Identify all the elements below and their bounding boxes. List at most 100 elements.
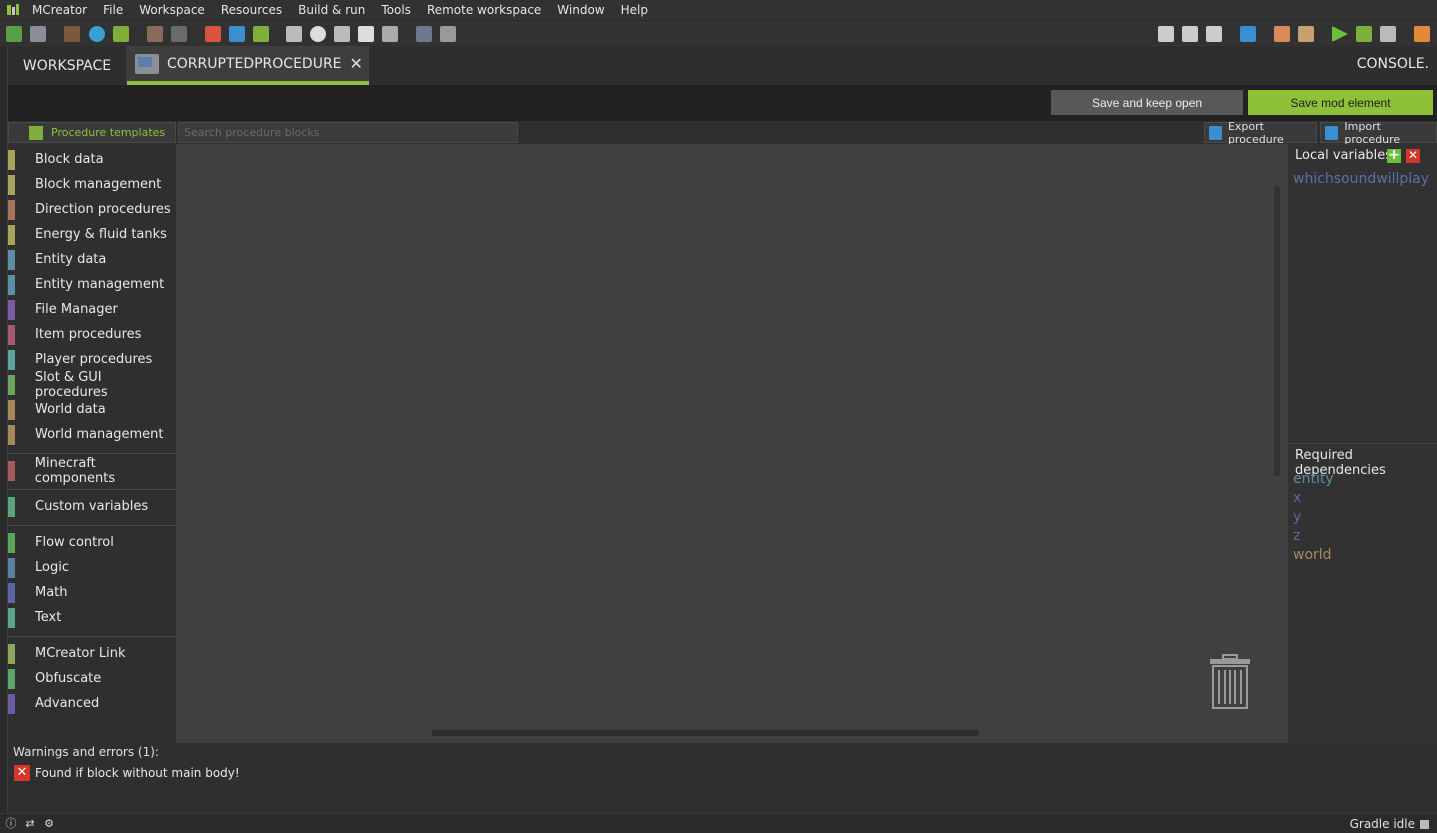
warning-message[interactable]: Found if block without main body! — [35, 766, 240, 780]
category-item[interactable]: Direction procedures — [8, 197, 176, 222]
category-item[interactable]: Flow control — [8, 530, 176, 555]
tab-console[interactable]: CONSOLE. — [1357, 46, 1429, 85]
gui-editor-icon[interactable] — [310, 26, 326, 42]
procedure-editor-icon[interactable] — [440, 26, 456, 42]
category-item[interactable]: Entity management — [8, 272, 176, 297]
import-java-icon[interactable] — [171, 26, 187, 42]
menu-mcreator[interactable]: MCreator — [24, 0, 95, 20]
tool-pack-icon[interactable] — [334, 26, 350, 42]
run-client-icon[interactable] — [1332, 26, 1348, 42]
git-branch-icon[interactable] — [1158, 26, 1174, 42]
import-texture-icon[interactable] — [64, 26, 80, 42]
category-separator — [8, 453, 176, 454]
category-item[interactable]: Custom variables — [8, 494, 176, 519]
tab-console-label: CONSOLE — [1356, 56, 1425, 72]
create-item-texture-icon[interactable] — [229, 26, 245, 42]
category-color-swatch — [8, 324, 15, 345]
export-procedure-button[interactable]: Export procedure — [1204, 120, 1317, 146]
category-color-swatch — [8, 607, 15, 628]
trash-can-icon[interactable] — [1209, 654, 1251, 710]
menu-remote-workspace[interactable]: Remote workspace — [419, 0, 549, 20]
workspace-settings-icon[interactable] — [30, 26, 46, 42]
category-label: Custom variables — [35, 499, 149, 514]
open-folder-icon[interactable] — [1240, 26, 1256, 42]
category-item[interactable]: Minecraft components — [8, 456, 176, 486]
category-item[interactable]: Block data — [8, 147, 176, 172]
procedure-templates-label: Procedure templates — [51, 126, 166, 139]
workspace-horizontal-scrollbar[interactable] — [432, 730, 979, 736]
run-server-icon[interactable] — [1356, 26, 1372, 42]
category-separator — [8, 489, 176, 490]
menu-tools[interactable]: Tools — [373, 0, 419, 20]
import-structure-icon[interactable] — [113, 26, 129, 42]
category-item[interactable]: Text — [8, 605, 176, 630]
plant-pack-icon[interactable] — [358, 26, 374, 42]
category-item[interactable]: Player procedures — [8, 347, 176, 372]
import-icon — [1325, 125, 1339, 140]
git-pull-icon[interactable] — [1182, 26, 1198, 42]
menu-bar: MCreator File Workspace Resources Build … — [0, 0, 1437, 20]
blockly-workspace-canvas[interactable] — [176, 144, 1288, 743]
category-color-swatch — [8, 399, 15, 420]
variables-icon[interactable] — [416, 26, 432, 42]
category-item[interactable]: Math — [8, 580, 176, 605]
tab-corruptedprocedure[interactable]: CORRUPTEDPROCEDURE ✕ — [127, 46, 369, 85]
dependency-entity: entity — [1293, 471, 1334, 487]
animation-editor-icon[interactable] — [286, 26, 302, 42]
info-icon[interactable]: ⓘ — [5, 818, 17, 830]
build-icon[interactable] — [1298, 26, 1314, 42]
ore-pack-icon[interactable] — [382, 26, 398, 42]
workspace-vertical-scrollbar[interactable] — [1274, 186, 1280, 476]
remove-variable-icon[interactable]: ✕ — [1406, 149, 1420, 163]
local-variable-item[interactable]: whichsoundwillplay — [1293, 171, 1429, 187]
import-procedure-button[interactable]: Import procedure — [1320, 119, 1437, 146]
save-and-keep-open-button[interactable]: Save and keep open — [1051, 90, 1243, 115]
category-item[interactable]: World data — [8, 397, 176, 422]
category-color-swatch — [8, 349, 15, 370]
save-mod-element-button[interactable]: Save mod element — [1248, 90, 1433, 115]
category-item[interactable]: Block management — [8, 172, 176, 197]
gradle-stop-icon[interactable] — [1420, 820, 1429, 829]
category-item[interactable]: Logic — [8, 555, 176, 580]
category-label: Block data — [35, 152, 104, 167]
category-item[interactable]: Energy & fluid tanks — [8, 222, 176, 247]
menu-build-run[interactable]: Build & run — [290, 0, 373, 20]
search-procedure-blocks-input[interactable] — [178, 122, 518, 143]
sync-icon[interactable]: ⇄ — [24, 818, 36, 830]
import-model-icon[interactable] — [147, 26, 163, 42]
create-armor-texture-icon[interactable] — [253, 26, 269, 42]
create-block-texture-icon[interactable] — [205, 26, 221, 42]
menu-help[interactable]: Help — [613, 0, 656, 20]
procedure-toolbar: Procedure templates Export procedure Imp… — [8, 119, 1437, 146]
category-color-swatch — [8, 249, 15, 270]
category-item[interactable]: Slot & GUI procedures — [8, 370, 176, 400]
clean-icon[interactable] — [1274, 26, 1290, 42]
category-item[interactable]: Item procedures — [8, 322, 176, 347]
stop-icon[interactable] — [1380, 26, 1396, 42]
menu-window[interactable]: Window — [549, 0, 612, 20]
category-color-swatch — [8, 149, 15, 170]
gear-icon[interactable]: ⚙ — [43, 818, 55, 830]
new-element-icon[interactable] — [6, 26, 22, 42]
category-item[interactable]: World management — [8, 422, 176, 447]
category-color-swatch — [8, 374, 15, 395]
category-color-swatch — [8, 668, 15, 689]
close-icon[interactable]: ✕ — [350, 54, 363, 73]
category-item[interactable]: Entity data — [8, 247, 176, 272]
category-item[interactable]: Advanced — [8, 691, 176, 716]
menu-workspace[interactable]: Workspace — [131, 0, 213, 20]
menu-file[interactable]: File — [95, 0, 131, 20]
export-mod-icon[interactable] — [1414, 26, 1430, 42]
import-sound-icon[interactable] — [89, 26, 105, 42]
category-item[interactable]: Obfuscate — [8, 666, 176, 691]
menu-resources[interactable]: Resources — [213, 0, 290, 20]
category-item[interactable]: File Manager — [8, 297, 176, 322]
import-procedure-label: Import procedure — [1344, 119, 1401, 146]
procedure-templates-button[interactable]: Procedure templates — [8, 122, 176, 143]
status-bar: ⓘ ⇄ ⚙ Gradle idle — [0, 813, 1437, 833]
git-push-icon[interactable] — [1206, 26, 1222, 42]
category-color-swatch — [8, 299, 15, 320]
add-variable-icon[interactable]: + — [1387, 148, 1401, 163]
category-item[interactable]: MCreator Link — [8, 641, 176, 666]
tab-workspace[interactable]: WORKSPACE — [8, 46, 127, 85]
